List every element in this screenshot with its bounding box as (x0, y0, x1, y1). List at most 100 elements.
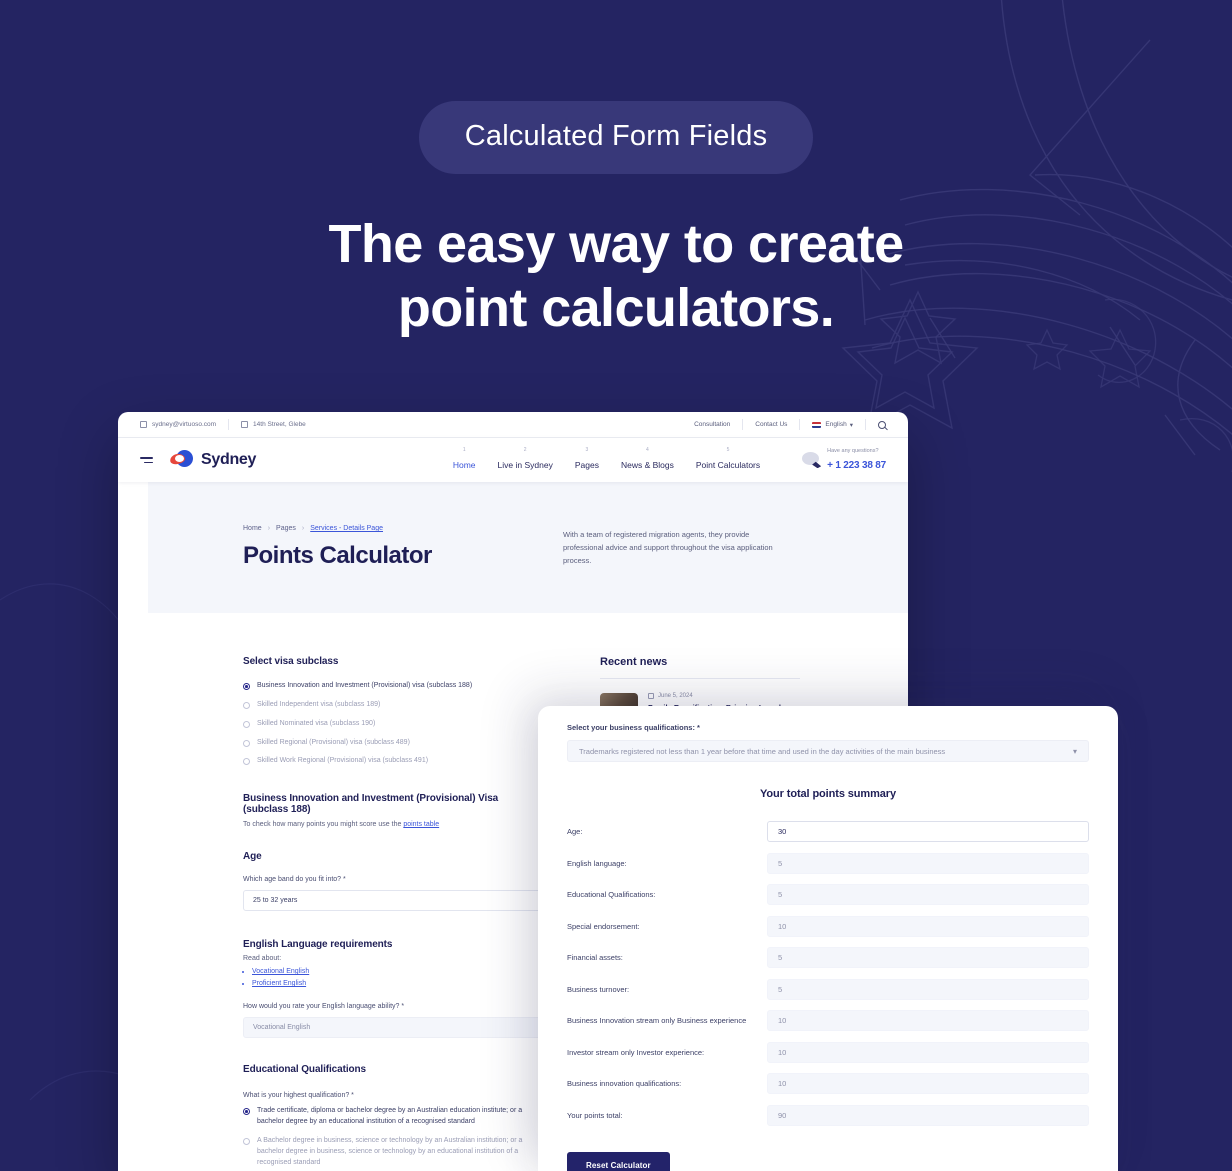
nav-item-pages[interactable]: 3 Pages (575, 446, 599, 473)
nav-item-live-in-sydney[interactable]: 2 Live in Sydney (498, 447, 553, 473)
phone-question: Have any questions? (827, 447, 879, 454)
news-date: June 5, 2024 (648, 693, 800, 699)
summary-row-value[interactable]: 90 (767, 1104, 1089, 1126)
nav-item-number: 1 (462, 446, 466, 453)
business-qualifications-select[interactable]: Trademarks registered not less than 1 ye… (567, 740, 1089, 762)
news-date-text: June 5, 2024 (658, 693, 693, 699)
nav-item-number: 4 (646, 446, 649, 453)
radio-label: A Bachelor degree in business, science o… (257, 1136, 523, 1166)
summary-row-investor-experience: Investor stream only Investor experience… (567, 1041, 1089, 1063)
search-icon[interactable] (878, 420, 886, 429)
phone-number[interactable]: + 1 223 38 87 (827, 460, 886, 471)
phone-icon (802, 452, 822, 469)
summary-row-label: Special endorsement: (567, 921, 640, 931)
breadcrumb-separator: › (267, 525, 271, 532)
chevron-down-icon[interactable]: ▾ (850, 421, 853, 429)
radio-icon[interactable] (243, 758, 250, 766)
nav-item-label: News & Blogs (620, 459, 674, 470)
topbar-link-consultation[interactable]: Consultation (694, 421, 730, 428)
nav-item-news-and-blogs[interactable]: 4 News & Blogs (620, 446, 674, 473)
summary-row-value[interactable]: 10 (767, 1010, 1089, 1031)
summary-row-value[interactable]: 10 (767, 915, 1089, 937)
summary-row-business-turnover: Business turnover: 5 (567, 978, 1089, 1000)
breadcrumb-current[interactable]: Services - Details Page (310, 525, 383, 532)
summary-row-value[interactable]: 5 (767, 884, 1089, 905)
site-logo[interactable]: Sydney (169, 450, 257, 470)
summary-row-financial-assets: Financial assets: 5 (567, 947, 1089, 968)
radio-icon[interactable] (243, 701, 250, 709)
hero-section: Calculated Form Fields The easy way to c… (0, 0, 1232, 341)
radio-icon[interactable] (243, 720, 250, 728)
radio-label: Skilled Regional (Provisional) visa (sub… (257, 738, 410, 746)
age-band-select[interactable]: 25 to 32 years (243, 890, 578, 912)
summary-row-value[interactable]: 30 (767, 821, 1089, 842)
topbar-email[interactable]: sydney@virtuoso.com (140, 421, 216, 428)
summary-row-label: Your points total: (567, 1110, 623, 1120)
topbar-divider-3 (799, 419, 801, 430)
breadcrumb-pages[interactable]: Pages (276, 525, 296, 532)
summary-row-age: Age: 30 (567, 821, 1089, 842)
radio-option-subclass-189[interactable]: Skilled Independent visa (subclass 189) (243, 700, 543, 711)
radio-option-subclass-489[interactable]: Skilled Regional (Provisional) visa (sub… (243, 738, 543, 749)
radio-icon[interactable] (243, 739, 250, 747)
hero-title-line-2: point calculators. (397, 278, 835, 339)
radio-label: Trade certificate, diploma or bachelor d… (257, 1107, 523, 1126)
nav-item-number: 3 (585, 446, 589, 453)
summary-row-label: Financial assets: (567, 953, 623, 962)
radio-option-subclass-491[interactable]: Skilled Work Regional (Provisional) visa… (243, 756, 543, 767)
topbar-link-contact-us[interactable]: Contact Us (755, 421, 787, 428)
nav-item-home[interactable]: 1 Home (452, 446, 476, 473)
radio-option-bachelor-degree[interactable]: A Bachelor degree in business, science o… (243, 1136, 543, 1169)
reset-calculator-button[interactable]: Reset Calculator (567, 1152, 670, 1171)
vocational-english-link[interactable]: Vocational English (252, 968, 309, 975)
summary-row-business-innovation-qualifications: Business innovation qualifications: 10 (567, 1073, 1089, 1094)
radio-option-subclass-188[interactable]: Business Innovation and Investment (Prov… (243, 681, 543, 692)
hamburger-menu-icon[interactable] (140, 456, 153, 464)
breadcrumb-home[interactable]: Home (243, 525, 262, 532)
points-table-note: To check how many points you might score… (243, 821, 543, 828)
summary-row-points-total: Your points total: 90 (567, 1104, 1089, 1126)
english-section-title: English Language requirements (243, 939, 393, 951)
building-icon (241, 421, 249, 428)
mail-icon (140, 421, 147, 428)
summary-row-value[interactable]: 5 (767, 947, 1089, 968)
summary-row-label: Business Innovation stream only Business… (567, 1016, 747, 1025)
primary-nav: 1 Home 2 Live in Sydney 3 Pages 4 News &… (452, 446, 886, 473)
points-summary-card: Select your business qualifications: * T… (538, 706, 1118, 1171)
summary-row-value[interactable]: 5 (767, 978, 1089, 1000)
summary-row-value[interactable]: 10 (767, 1073, 1089, 1094)
radio-option-trade-certificate[interactable]: Trade certificate, diploma or bachelor d… (243, 1106, 543, 1128)
language-selector-label[interactable]: English (825, 421, 846, 428)
logo-text: Sydney (201, 451, 257, 468)
chevron-down-icon: ▾ (1072, 746, 1077, 756)
radio-label: Skilled Nominated visa (subclass 190) (257, 719, 376, 727)
nav-item-number: 5 (726, 446, 730, 453)
divider (600, 678, 800, 679)
summary-row-value[interactable]: 10 (767, 1041, 1089, 1063)
nav-item-point-calculators[interactable]: 5 Point Calculators (696, 446, 760, 473)
radio-label: Skilled Independent visa (subclass 189) (257, 700, 381, 708)
radio-icon[interactable] (243, 1108, 250, 1116)
contact-phone-block[interactable]: Have any questions? + 1 223 38 87 (802, 448, 886, 473)
english-ability-select[interactable]: Vocational English (243, 1017, 578, 1039)
english-links-list: Vocational English Proficient English (252, 968, 543, 987)
business-qualifications-value: Trademarks registered not less than 1 ye… (579, 746, 946, 756)
subclass-188-heading: Business Innovation and Investment (Prov… (243, 793, 499, 816)
topbar-address[interactable]: 14th Street, Glebe (241, 421, 306, 428)
points-table-link[interactable]: points table (403, 821, 439, 828)
hero-title-line-1: The easy way to create (328, 214, 904, 274)
nav-item-label: Home (452, 459, 476, 470)
visa-subclass-title: Select visa subclass (243, 656, 339, 667)
calculator-form-column: Select visa subclass Business Innovation… (243, 656, 578, 1171)
radio-option-subclass-190[interactable]: Skilled Nominated visa (subclass 190) (243, 719, 543, 730)
proficient-english-link[interactable]: Proficient English (252, 980, 306, 987)
education-section-title: Educational Qualifications (243, 1064, 366, 1076)
summary-row-label: Educational Qualifications: (567, 890, 656, 899)
english-question-label: How would you rate your English language… (243, 1003, 405, 1011)
summary-row-value[interactable]: 5 (767, 852, 1089, 874)
breadcrumb-separator-2: › (301, 525, 305, 532)
logo-icon (169, 450, 194, 470)
radio-label: Business Innovation and Investment (Prov… (257, 682, 473, 689)
radio-icon[interactable] (243, 1137, 250, 1145)
radio-icon[interactable] (243, 683, 250, 690)
